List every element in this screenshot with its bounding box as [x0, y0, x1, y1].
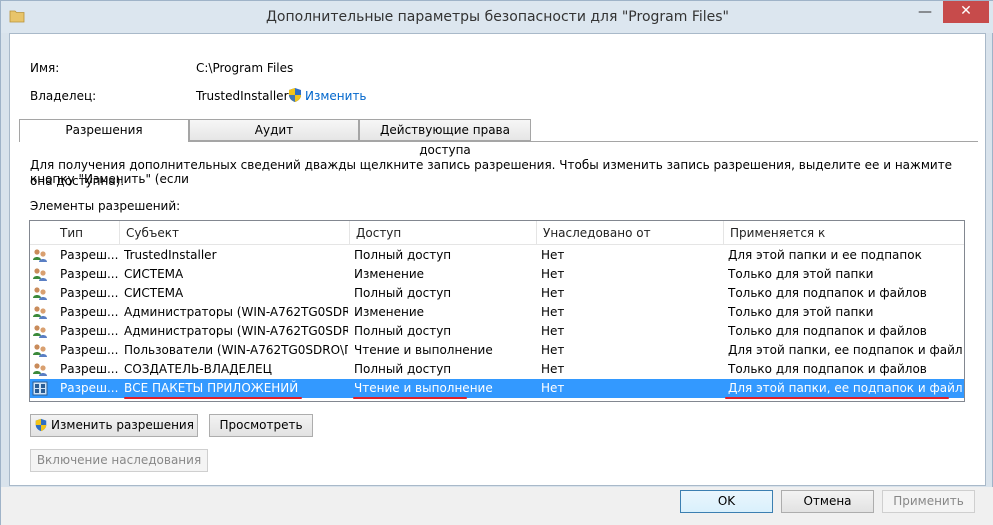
window-title: Дополнительные параметры безопасности дл…	[265, 9, 729, 25]
cell-subject: СИСТЕМА	[124, 267, 184, 281]
permission-entries-list[interactable]: Тип Субъект Доступ Унаследовано от Приме…	[29, 220, 965, 402]
cell-type: Разреш...	[60, 248, 118, 262]
users-icon	[33, 363, 47, 376]
change-owner-link[interactable]: Изменить	[305, 89, 367, 103]
table-row[interactable]: Разреш... ВСЕ ПАКЕТЫ ПРИЛОЖЕНИЙ Чтение и в…	[30, 379, 964, 398]
cell-type: Разреш...	[60, 381, 118, 395]
column-access[interactable]: Доступ	[350, 221, 537, 245]
view-button[interactable]: Просмотреть	[209, 414, 313, 437]
cell-subject: TrustedInstaller	[124, 248, 217, 262]
cell-subject: ВСЕ ПАКЕТЫ ПРИЛОЖЕНИЙ	[124, 381, 299, 395]
cell-applies: Для этой папки, ее подпапок и файлов	[728, 381, 962, 395]
column-applies-to[interactable]: Применяется к	[724, 221, 964, 245]
cell-access: Полный доступ	[354, 362, 452, 376]
owner-value: TrustedInstaller	[196, 89, 289, 103]
table-row[interactable]: Разреш... Администраторы (WIN-A762TG0SDRO…	[30, 322, 964, 341]
owner-label: Владелец:	[30, 89, 97, 103]
cell-inherited: Нет	[541, 324, 565, 338]
cell-type: Разреш...	[60, 305, 118, 319]
table-row[interactable]: Разреш... СИСТЕМА Изменение Нет Только для э…	[30, 265, 964, 284]
cell-subject: СОЗДАТЕЛЬ-ВЛАДЕЛЕЦ	[124, 362, 272, 376]
app-package-icon	[32, 381, 48, 396]
security-dialog: Дополнительные параметры безопасности дл…	[0, 0, 993, 525]
uac-shield-icon	[35, 418, 47, 431]
cell-inherited: Нет	[541, 267, 565, 281]
ok-button[interactable]: OK	[680, 490, 773, 513]
annotation-underline-subject	[124, 397, 302, 399]
cell-inherited: Нет	[541, 305, 565, 319]
permission-entries-label: Элементы разрешений:	[30, 199, 181, 213]
cell-access: Полный доступ	[354, 286, 452, 300]
apply-button[interactable]: Применить	[882, 490, 975, 513]
tab-audit[interactable]: Аудит	[189, 119, 359, 141]
name-label: Имя:	[30, 61, 60, 75]
title-bar[interactable]: Дополнительные параметры безопасности дл…	[1, 1, 993, 33]
cell-applies: Для этой папки и ее подпапок	[728, 248, 922, 262]
users-icon	[33, 325, 47, 338]
cell-type: Разреш...	[60, 362, 118, 376]
users-icon	[33, 306, 47, 319]
cell-subject: Пользователи (WIN-A762TG0SDRO\П...	[124, 343, 348, 357]
uac-shield-icon	[289, 88, 301, 102]
close-button[interactable]: ✕	[943, 1, 989, 23]
cell-inherited: Нет	[541, 248, 565, 262]
tab-permissions[interactable]: Разрешения	[19, 119, 189, 142]
table-row[interactable]: Разреш... Администраторы (WIN-A762TG0SDRO…	[30, 303, 964, 322]
list-header: Тип Субъект Доступ Унаследовано от Приме…	[30, 221, 964, 245]
cell-access: Полный доступ	[354, 248, 452, 262]
cell-access: Полный доступ	[354, 324, 452, 338]
minimize-button[interactable]: —	[916, 5, 934, 19]
column-type[interactable]: Тип	[54, 221, 120, 245]
cancel-button[interactable]: Отмена	[781, 490, 874, 513]
name-value: C:\Program Files	[196, 61, 294, 75]
cell-applies: Только для подпапок и файлов	[728, 362, 927, 376]
cell-applies: Только для подпапок и файлов	[728, 286, 927, 300]
description-text-2: она доступна).	[30, 174, 125, 188]
table-row[interactable]: Разреш... СОЗДАТЕЛЬ-ВЛАДЕЛЕЦ Полный доступ…	[30, 360, 964, 379]
tab-effective-access[interactable]: Действующие права доступа	[359, 119, 531, 157]
change-permissions-button[interactable]: Изменить разрешения	[30, 414, 198, 437]
users-icon	[33, 287, 47, 300]
cell-inherited: Нет	[541, 343, 565, 357]
cell-access: Чтение и выполнение	[354, 381, 493, 395]
cell-type: Разреш...	[60, 286, 118, 300]
users-icon	[33, 268, 47, 281]
change-permissions-label: Изменить разрешения	[51, 418, 194, 432]
cell-access: Изменение	[354, 305, 425, 319]
table-row[interactable]: Разреш... TrustedInstaller Полный доступ Не…	[30, 246, 964, 265]
cell-type: Разреш...	[60, 343, 118, 357]
users-icon	[33, 249, 47, 262]
table-row[interactable]: Разреш... Пользователи (WIN-A762TG0SDRO\П…	[30, 341, 964, 360]
cell-inherited: Нет	[541, 286, 565, 300]
cell-inherited: Нет	[541, 381, 565, 395]
users-icon	[33, 344, 47, 357]
cell-access: Изменение	[354, 267, 425, 281]
table-row[interactable]: Разреш... СИСТЕМА Полный доступ Нет Только д…	[30, 284, 964, 303]
column-inherited-from[interactable]: Унаследовано от	[537, 221, 724, 245]
cell-subject: Администраторы (WIN-A762TG0SDRO...	[124, 324, 348, 338]
cell-subject: Администраторы (WIN-A762TG0SDRO...	[124, 305, 348, 319]
annotation-underline-applies	[725, 397, 949, 399]
description-text: Для получения дополнительных сведений дв…	[30, 158, 953, 186]
cell-applies: Только для этой папки	[728, 305, 874, 319]
cell-type: Разреш...	[60, 267, 118, 281]
cell-applies: Только для подпапок и файлов	[728, 324, 927, 338]
cell-applies: Только для этой папки	[728, 267, 874, 281]
cell-subject: СИСТЕМА	[124, 286, 184, 300]
enable-inheritance-button[interactable]: Включение наследования	[30, 449, 208, 472]
cell-inherited: Нет	[541, 362, 565, 376]
column-subject[interactable]: Субъект	[120, 221, 350, 245]
annotation-underline-access	[353, 397, 467, 399]
cell-applies: Для этой папки, ее подпапок и файлов	[728, 343, 962, 357]
cell-type: Разреш...	[60, 324, 118, 338]
cell-access: Чтение и выполнение	[354, 343, 493, 357]
